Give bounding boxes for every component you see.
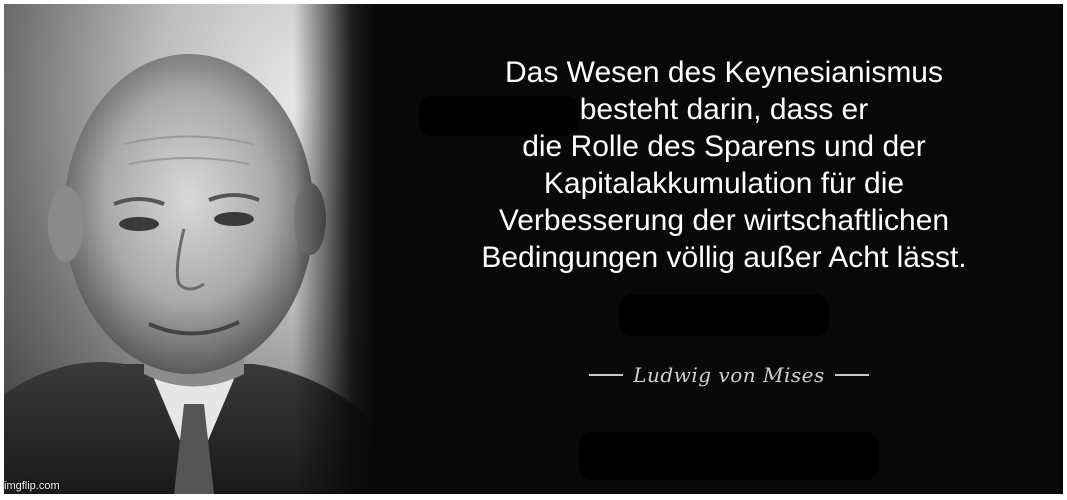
quote-line: Verbesserung der wirtschaftlichen [498, 204, 950, 237]
imgflip-watermark: imgflip.com [4, 480, 60, 492]
quote-card: Das Wesen des Keynesianismus besteht dar… [4, 4, 1063, 494]
quote-attribution: Ludwig von Mises [584, 360, 874, 390]
portrait-shadow [294, 4, 376, 494]
quote-line: besteht darin, dass er [579, 93, 869, 126]
redaction-blot [579, 432, 879, 480]
author-portrait [4, 4, 376, 494]
attribution-dash-left [589, 374, 624, 376]
quote-text: Das Wesen des Keynesianismus besteht dar… [384, 54, 1063, 276]
quote-line: Kapitalakkumulation für die [543, 167, 905, 200]
quote-line: Bedingungen völlig außer Acht lässt. [481, 241, 967, 274]
author-name: Ludwig von Mises [633, 363, 825, 387]
quote-line: die Rolle des Sparens und der [522, 130, 926, 163]
quote-image-frame: Das Wesen des Keynesianismus besteht dar… [0, 0, 1067, 500]
quote-line: Das Wesen des Keynesianismus [505, 56, 943, 89]
attribution-dash-right [834, 374, 869, 376]
redaction-blot [619, 294, 829, 336]
